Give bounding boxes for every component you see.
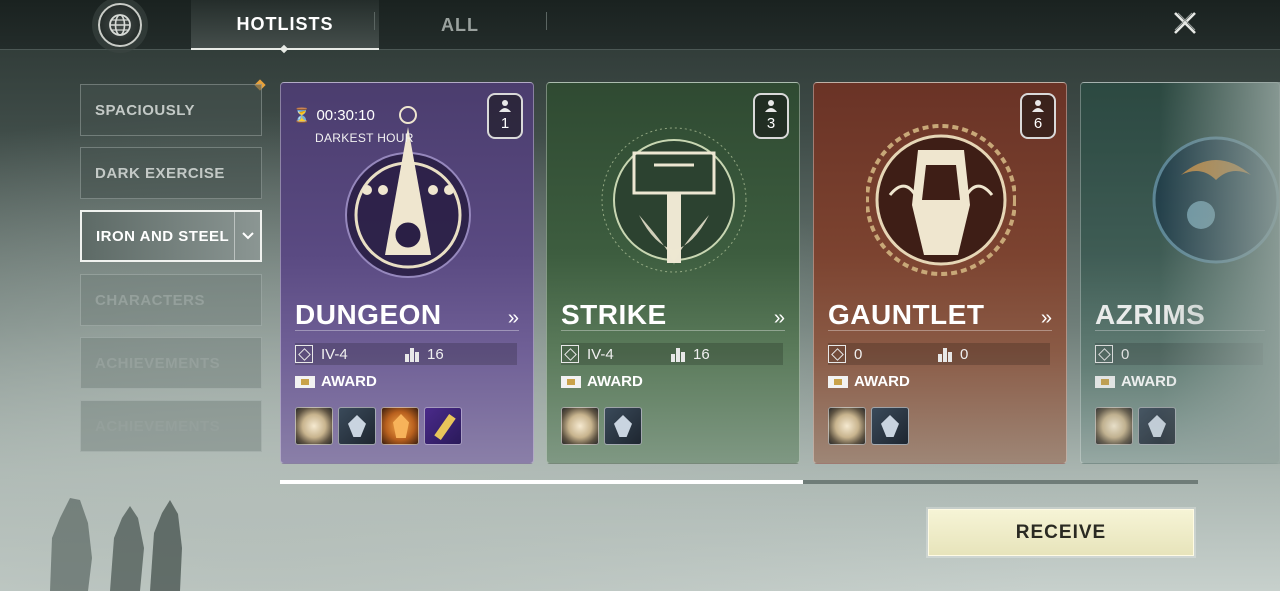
activity-card-azrims[interactable]: AZRIMS 0 AWARD <box>1080 82 1280 464</box>
shard-icon[interactable] <box>871 407 909 445</box>
envelope-icon <box>828 375 848 388</box>
stat-row: 0 0 <box>828 343 1050 365</box>
player-count: 6 <box>1033 115 1043 132</box>
timer-value: 00:30:10 <box>316 107 375 124</box>
players-icon <box>765 100 777 112</box>
difficulty-icon <box>295 345 313 363</box>
difficulty-value: IV-4 <box>321 345 348 363</box>
player-count-badge: 6 <box>1020 93 1056 139</box>
globe-icon[interactable] <box>98 3 142 47</box>
sidebar-item-label: DARK EXERCISE <box>95 164 225 182</box>
sidebar-item-characters[interactable]: CHARACTERS <box>80 274 262 326</box>
shard-icon[interactable] <box>1138 407 1176 445</box>
key-icon[interactable] <box>424 407 462 445</box>
player-count: 3 <box>766 115 776 132</box>
sidebar-item-spaciously[interactable]: SPACIOUSLY <box>80 84 262 136</box>
orb-icon[interactable] <box>1095 407 1133 445</box>
card-title: AZRIMS <box>1095 299 1206 330</box>
difficulty-value: 0 <box>854 345 863 363</box>
power-value: 0 <box>960 345 969 363</box>
rewards-list <box>561 407 642 445</box>
sidebar-item-dark-exercise[interactable]: DARK EXERCISE <box>80 147 262 199</box>
envelope-icon <box>295 375 315 388</box>
envelope-icon <box>1095 375 1115 388</box>
card-title: DUNGEON <box>295 299 442 330</box>
orb-icon[interactable] <box>295 407 333 445</box>
stat-row: 0 <box>1095 343 1263 365</box>
difficulty-icon <box>561 345 579 363</box>
player-count-badge: 3 <box>753 93 789 139</box>
chevron-down-icon[interactable] <box>234 212 260 260</box>
close-icon[interactable] <box>1168 6 1202 40</box>
double-chevron-icon: » <box>507 307 519 329</box>
award-label: AWARD <box>321 373 377 390</box>
activity-card-gauntlet[interactable]: 6 GAUNTLET » 0 0 AWARD <box>813 82 1067 464</box>
players-icon <box>1032 100 1044 112</box>
difficulty-value: 0 <box>1121 345 1130 363</box>
title-divider <box>1095 330 1265 331</box>
sidebar-item-label: SPACIOUSLY <box>95 101 196 119</box>
difficulty-value: IV-4 <box>587 345 614 363</box>
title-divider <box>561 330 785 331</box>
card-title: GAUNTLET <box>828 299 985 330</box>
sidebar-item-label: CHARACTERS <box>95 291 205 309</box>
power-value: 16 <box>693 345 710 363</box>
receive-button[interactable]: RECEIVE <box>928 509 1194 556</box>
strike-emblem-icon <box>601 127 747 273</box>
sidebar-item-label: ACHIEVEMENTS <box>95 417 221 435</box>
sidebar-item-label: IRON AND STEEL <box>96 227 230 245</box>
characters-silhouette-icon <box>50 498 182 591</box>
award-header: AWARD <box>561 373 643 390</box>
azrims-emblem-icon <box>1152 136 1279 264</box>
power-icon <box>405 346 419 362</box>
timer-label: DARKEST HOUR <box>315 131 414 145</box>
activity-card-dungeon[interactable]: ⏳ 00:30:10 DARKEST HOUR 1 DUNGEON » IV-4… <box>280 82 534 464</box>
sidebar-item-label: ACHIEVEMENTS <box>95 354 221 372</box>
award-header: AWARD <box>828 373 910 390</box>
difficulty-icon <box>1095 345 1113 363</box>
award-label: AWARD <box>587 373 643 390</box>
orb-icon[interactable] <box>828 407 866 445</box>
title-divider <box>828 330 1052 331</box>
stat-row: IV-4 16 <box>295 343 517 365</box>
award-header: AWARD <box>1095 373 1177 390</box>
shard-icon[interactable] <box>338 407 376 445</box>
sidebar-item-iron-and-steel[interactable]: IRON AND STEEL <box>80 210 262 262</box>
envelope-icon <box>561 375 581 388</box>
rewards-list <box>295 407 462 445</box>
double-chevron-icon: » <box>1040 307 1052 329</box>
double-chevron-icon: » <box>773 307 785 329</box>
amber-icon[interactable] <box>381 407 419 445</box>
player-count: 1 <box>500 115 510 132</box>
shard-icon[interactable] <box>604 407 642 445</box>
power-value: 16 <box>427 345 444 363</box>
timer: ⏳ 00:30:10 <box>293 107 375 124</box>
hourglass-icon: ⏳ <box>293 107 311 123</box>
top-bar: HOTLISTS ALL <box>0 0 1280 50</box>
players-icon <box>499 100 511 112</box>
stat-row: IV-4 16 <box>561 343 783 365</box>
player-count-badge: 1 <box>487 93 523 139</box>
rewards-list <box>1095 407 1176 445</box>
activity-card-strike[interactable]: 3 STRIKE » IV-4 16 AWARD <box>546 82 800 464</box>
tab-all[interactable]: ALL <box>380 0 540 50</box>
carousel-scrollbar-thumb[interactable] <box>280 480 804 484</box>
rewards-list <box>828 407 909 445</box>
difficulty-icon <box>828 345 846 363</box>
orb-icon[interactable] <box>561 407 599 445</box>
tab-hotlists[interactable]: HOTLISTS <box>191 0 379 50</box>
award-label: AWARD <box>1121 373 1177 390</box>
card-title: STRIKE <box>561 299 667 330</box>
carousel-scrollbar[interactable] <box>280 480 1198 484</box>
sidebar-item-achievements-2[interactable]: ACHIEVEMENTS <box>80 400 262 452</box>
tab-divider <box>546 12 547 30</box>
sidebar-item-achievements[interactable]: ACHIEVEMENTS <box>80 337 262 389</box>
award-label: AWARD <box>854 373 910 390</box>
tab-divider <box>374 12 375 30</box>
power-icon <box>938 346 952 362</box>
gauntlet-emblem-icon <box>866 124 1016 276</box>
power-icon <box>671 346 685 362</box>
award-header: AWARD <box>295 373 377 390</box>
title-divider <box>295 330 519 331</box>
